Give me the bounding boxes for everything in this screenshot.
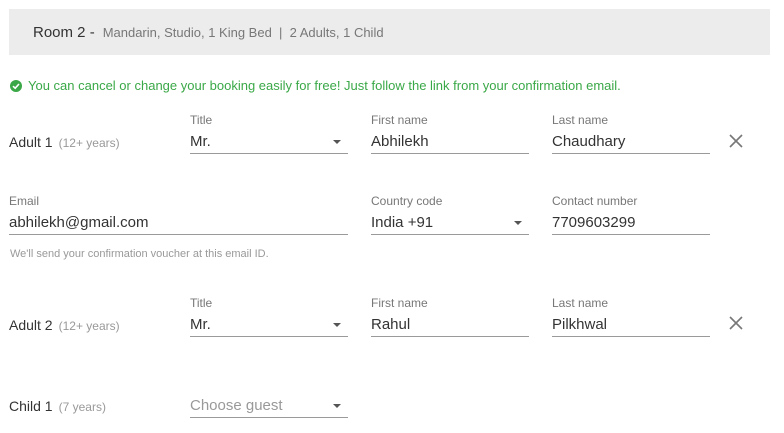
- first-name-value: Abhilekh: [371, 133, 429, 150]
- last-name-input[interactable]: Pilkhwal: [552, 313, 710, 337]
- guest-label-text: Child 1: [9, 398, 53, 414]
- adult-1-first-name-field[interactable]: First name Abhilekh: [371, 113, 529, 154]
- guest-age: (7 years): [58, 400, 106, 414]
- room-details: Mandarin, Studio, 1 King Bed | 2 Adults,…: [102, 24, 384, 40]
- adult-1-last-name-field[interactable]: Last name Chaudhary: [552, 113, 710, 154]
- guest-label-text: Adult 1: [9, 134, 53, 150]
- close-icon[interactable]: [728, 133, 744, 149]
- field-label: Email: [9, 194, 40, 208]
- child-1-label: Child 1 (7 years): [9, 398, 106, 414]
- last-name-value: Chaudhary: [552, 133, 626, 150]
- caret-down-icon: [333, 139, 341, 144]
- email-helper-text: We'll send your confirmation voucher at …: [10, 248, 269, 260]
- first-name-input[interactable]: Rahul: [371, 313, 529, 337]
- field-label: Title: [190, 296, 213, 310]
- contact-number-input[interactable]: 7709603299: [552, 211, 710, 235]
- title-select[interactable]: Mr.: [190, 130, 348, 154]
- first-name-input[interactable]: Abhilekh: [371, 130, 529, 154]
- guest-placeholder: Choose guest: [190, 397, 283, 414]
- adult-1-email-field[interactable]: Email abhilekh@gmail.com: [9, 194, 348, 235]
- title-select[interactable]: Mr.: [190, 313, 348, 337]
- choose-guest-select[interactable]: Choose guest: [190, 394, 348, 418]
- field-label: Title: [190, 113, 213, 127]
- caret-down-icon: [333, 403, 341, 408]
- field-label: Contact number: [552, 194, 638, 208]
- adult-1-country-code-field[interactable]: Country code India +91: [371, 194, 529, 235]
- email-input[interactable]: abhilekh@gmail.com: [9, 211, 348, 235]
- country-code-select[interactable]: India +91: [371, 211, 529, 235]
- adult-1-title-field[interactable]: Title Mr.: [190, 113, 348, 154]
- field-label: First name: [371, 113, 428, 127]
- caret-down-icon: [514, 220, 522, 225]
- guest-age: (12+ years): [58, 319, 120, 333]
- contact-number-value: 7709603299: [552, 214, 636, 231]
- last-name-value: Pilkhwal: [552, 316, 608, 333]
- free-cancellation-notice: You can cancel or change your booking ea…: [10, 78, 621, 93]
- caret-down-icon: [333, 322, 341, 327]
- room-header: Room 2 - Mandarin, Studio, 1 King Bed | …: [9, 9, 770, 55]
- child-1-guest-field[interactable]: Choose guest: [190, 377, 348, 418]
- title-value: Mr.: [190, 316, 211, 333]
- field-label: Last name: [552, 113, 609, 127]
- adult-2-last-name-field[interactable]: Last name Pilkhwal: [552, 296, 710, 337]
- field-label: First name: [371, 296, 428, 310]
- field-label: [190, 377, 348, 391]
- close-icon[interactable]: [728, 315, 744, 331]
- title-value: Mr.: [190, 133, 211, 150]
- first-name-value: Rahul: [371, 316, 411, 333]
- country-code-value: India +91: [371, 214, 434, 231]
- adult-1-label: Adult 1 (12+ years): [9, 134, 120, 150]
- field-label: Country code: [371, 194, 443, 208]
- adult-1-contact-number-field[interactable]: Contact number 7709603299: [552, 194, 710, 235]
- adult-2-first-name-field[interactable]: First name Rahul: [371, 296, 529, 337]
- guest-age: (12+ years): [58, 136, 120, 150]
- notice-text: You can cancel or change your booking ea…: [28, 78, 621, 93]
- guest-label-text: Adult 2: [9, 317, 53, 333]
- adult-2-title-field[interactable]: Title Mr.: [190, 296, 348, 337]
- field-label: Last name: [552, 296, 609, 310]
- last-name-input[interactable]: Chaudhary: [552, 130, 710, 154]
- adult-2-label: Adult 2 (12+ years): [9, 317, 120, 333]
- check-circle-icon: [10, 79, 22, 92]
- room-title: Room 2 -: [33, 23, 95, 41]
- email-value: abhilekh@gmail.com: [9, 214, 149, 231]
